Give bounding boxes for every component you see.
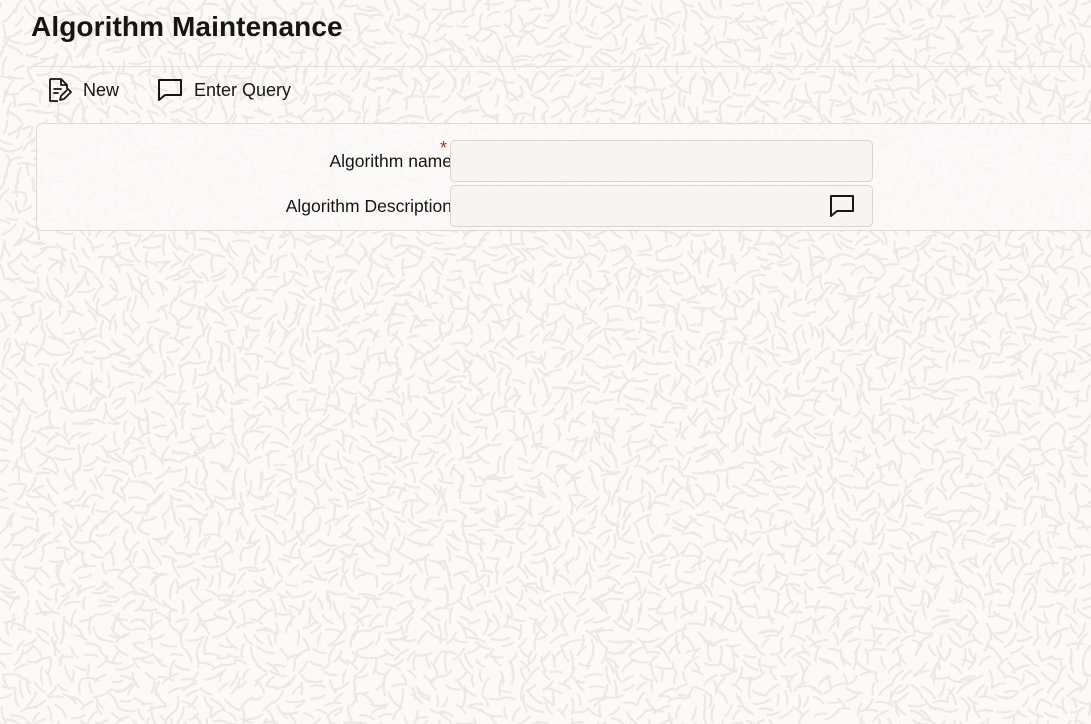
- algorithm-name-row: Algorithm name *: [37, 138, 937, 182]
- algorithm-form-panel: Algorithm name * Algorithm Description: [36, 123, 1091, 231]
- new-button[interactable]: New: [48, 77, 119, 103]
- algorithm-description-label: Algorithm Description: [285, 196, 452, 216]
- chat-bubble-icon[interactable]: [829, 194, 855, 223]
- algorithm-name-label: Algorithm name: [329, 151, 452, 171]
- page: Algorithm Maintenance New Enter Query Al…: [0, 0, 1091, 724]
- algorithm-name-input[interactable]: [450, 140, 873, 182]
- title-divider: [31, 66, 1091, 67]
- page-title: Algorithm Maintenance: [31, 11, 343, 42]
- background-pattern: [0, 0, 1091, 724]
- enter-query-button[interactable]: Enter Query: [157, 78, 291, 102]
- chat-bubble-icon: [157, 78, 183, 102]
- enter-query-button-label: Enter Query: [194, 79, 292, 100]
- new-button-label: New: [83, 79, 120, 100]
- algorithm-description-row: Algorithm Description: [37, 185, 937, 227]
- required-indicator: *: [440, 138, 448, 158]
- toolbar: New Enter Query: [48, 76, 329, 104]
- new-document-icon: [48, 77, 72, 103]
- algorithm-description-input[interactable]: [450, 185, 873, 227]
